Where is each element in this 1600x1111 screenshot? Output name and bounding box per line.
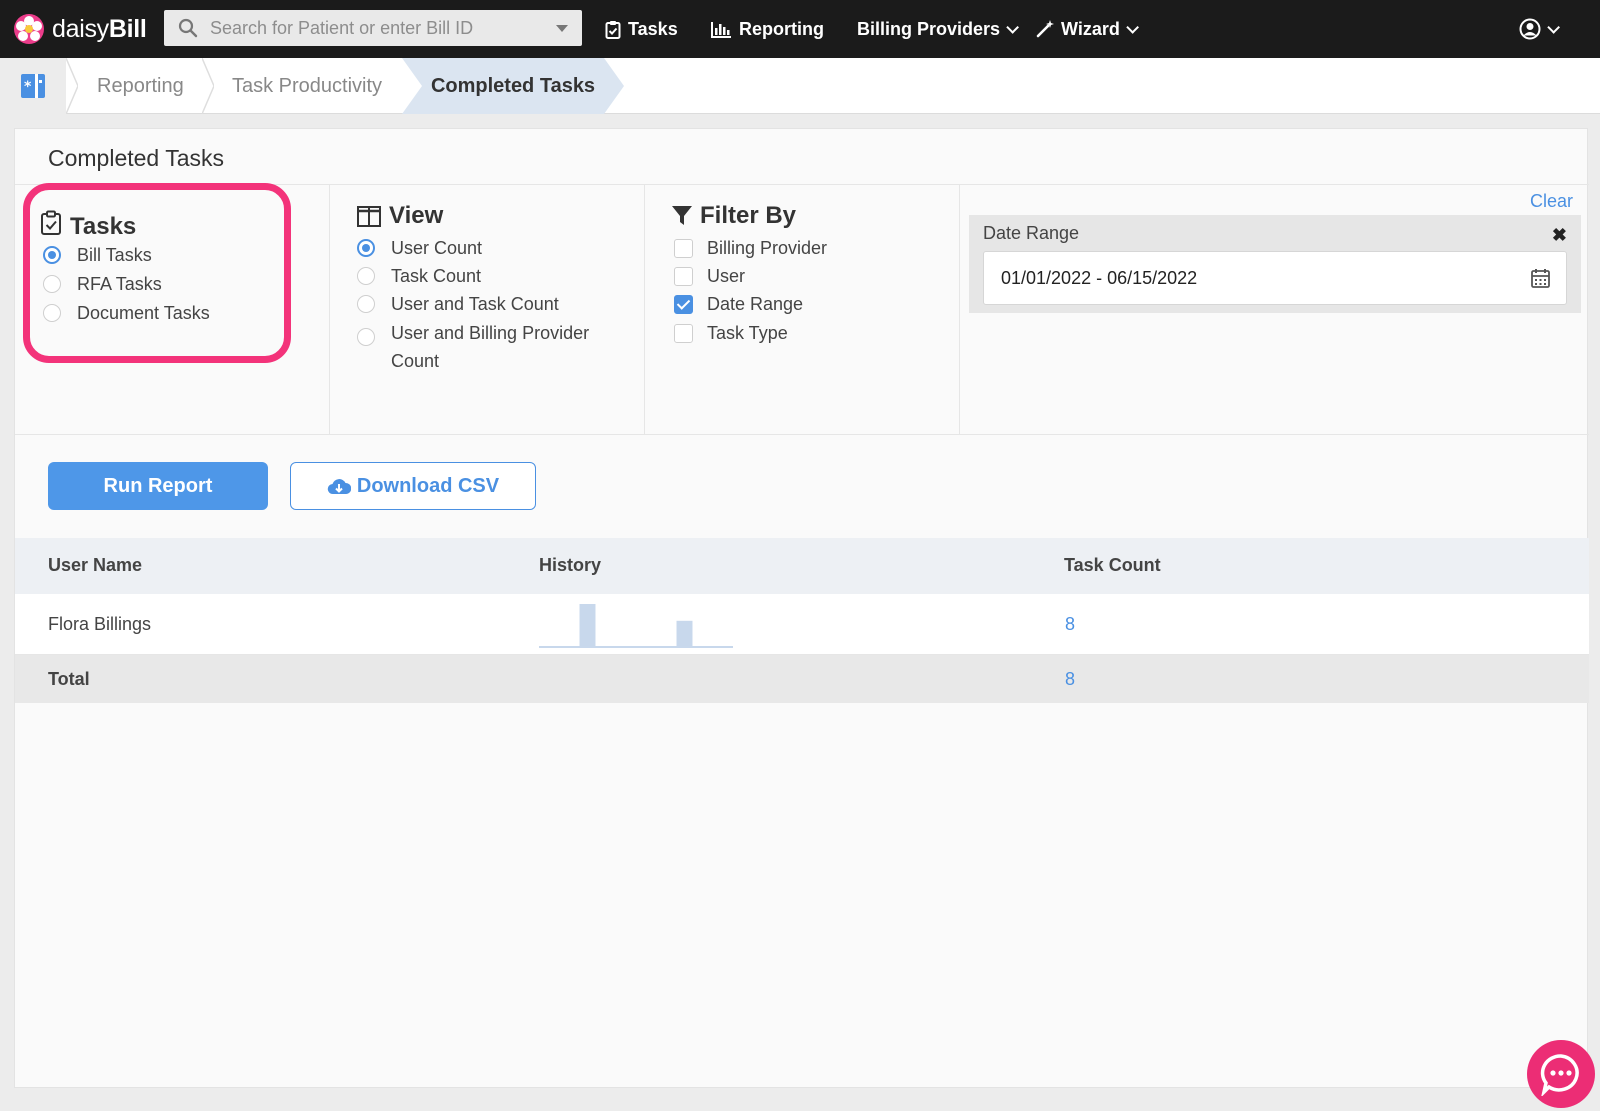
task-count-link[interactable]: 8 [1065, 614, 1075, 635]
breadcrumb-completed-tasks: Completed Tasks [402, 58, 624, 114]
cloud-download-icon [327, 479, 351, 495]
svg-text:*: * [24, 79, 32, 95]
breadcrumb-separator [66, 58, 78, 114]
chevron-down-icon [1547, 20, 1560, 34]
user-avatar-icon [1519, 18, 1541, 40]
daisybill-logo[interactable]: daisyBill [14, 0, 147, 58]
breadcrumb-task-productivity[interactable]: Task Productivity [232, 58, 382, 114]
search-input[interactable] [210, 17, 550, 39]
logo-text: daisyBill [52, 14, 147, 43]
nav-wizard-label: Wizard [1061, 18, 1120, 39]
checkbox[interactable] [674, 324, 693, 343]
bar-chart-icon [711, 21, 731, 38]
radio-button[interactable] [357, 328, 375, 346]
radio-task-count[interactable]: Task Count [357, 266, 481, 287]
run-report-button[interactable]: Run Report [48, 462, 268, 510]
user-name-cell: Flora Billings [48, 614, 152, 634]
checkbox[interactable] [674, 295, 693, 314]
radio-user-and-billing-provider-count[interactable]: User and Billing Provider Count [357, 323, 617, 375]
history-sparkline [539, 604, 733, 648]
checkbox[interactable] [674, 267, 693, 286]
radio-bill-tasks[interactable]: Bill Tasks [43, 245, 152, 266]
dashboard-icon: * [21, 74, 45, 98]
search-icon [178, 18, 198, 38]
checkbox-user[interactable]: User [674, 266, 745, 287]
tasks-group-title: Tasks [40, 205, 136, 241]
calendar-icon[interactable] [1531, 268, 1550, 288]
radio-button[interactable] [357, 295, 375, 313]
chat-bubble-icon [1540, 1054, 1579, 1096]
radio-button[interactable] [357, 239, 375, 257]
nav-tasks[interactable]: Tasks [605, 0, 678, 58]
daisy-flower-icon [14, 14, 44, 44]
breadcrumb-home[interactable]: * [0, 58, 66, 114]
radio-rfa-tasks[interactable]: RFA Tasks [43, 274, 162, 295]
nav-reporting[interactable]: Reporting [711, 0, 824, 58]
magic-wand-icon [1036, 20, 1054, 38]
chat-button[interactable] [1527, 1040, 1595, 1108]
date-range-value: 01/01/2022 - 06/15/2022 [1001, 267, 1198, 288]
radio-button[interactable] [43, 304, 61, 322]
close-icon[interactable]: ✖ [1552, 225, 1567, 246]
nav-reporting-label: Reporting [739, 18, 824, 39]
header-task-count[interactable]: Task Count [1064, 555, 1161, 576]
total-count-link[interactable]: 8 [1065, 669, 1075, 690]
total-label: Total [48, 669, 90, 689]
columns-icon [357, 205, 381, 227]
clipboard-check-icon [41, 210, 61, 235]
user-menu[interactable] [1519, 0, 1560, 58]
radio-document-tasks[interactable]: Document Tasks [43, 303, 210, 324]
date-range-input[interactable]: 01/01/2022 - 06/15/2022 [983, 251, 1567, 305]
breadcrumb-separator [202, 58, 214, 114]
completed-tasks-panel: Completed Tasks Tasks Bill Tasks RFA Tas… [14, 128, 1589, 1088]
download-csv-button[interactable]: Download CSV [290, 462, 536, 510]
date-range-label: Date Range [983, 223, 1080, 243]
patient-search[interactable] [164, 10, 582, 46]
search-dropdown-icon[interactable] [556, 25, 568, 32]
checkbox-billing-provider[interactable]: Billing Provider [674, 238, 827, 259]
filter-icon [672, 206, 692, 225]
radio-button[interactable] [43, 275, 61, 293]
breadcrumb: * Reporting Task Productivity Completed … [0, 58, 1600, 114]
view-group-title: View [357, 202, 443, 230]
nav-tasks-label: Tasks [628, 18, 678, 39]
radio-user-and-task-count[interactable]: User and Task Count [357, 294, 559, 315]
checkbox-task-type[interactable]: Task Type [674, 323, 788, 344]
top-nav: daisyBill Tasks Reporting Billing Provid… [0, 0, 1600, 58]
breadcrumb-reporting[interactable]: Reporting [97, 58, 184, 114]
radio-button[interactable] [357, 267, 375, 285]
clipboard-icon [605, 20, 621, 39]
history-bar [579, 604, 596, 646]
nav-billing-providers-label: Billing Providers [857, 18, 1001, 39]
date-range-filter: Date Range ✖ 01/01/2022 - 06/15/2022 [969, 215, 1581, 313]
chevron-down-icon [1006, 20, 1020, 34]
table-row: Flora Billings 8 [15, 594, 1589, 655]
chevron-down-icon [1126, 20, 1139, 34]
page-title: Completed Tasks [48, 145, 224, 171]
table-total-row: Total 8 [15, 655, 1589, 703]
radio-button[interactable] [43, 246, 61, 264]
header-history: History [539, 555, 602, 575]
history-bar [676, 620, 693, 646]
table-header: User Name History Task Count [15, 538, 1589, 594]
clear-filters-link[interactable]: Clear [1530, 191, 1573, 212]
checkbox[interactable] [674, 239, 693, 258]
nav-wizard[interactable]: Wizard [1036, 0, 1139, 58]
checkbox-date-range[interactable]: Date Range [674, 294, 803, 315]
header-user-name[interactable]: User Name [48, 555, 142, 576]
nav-billing-providers[interactable]: Billing Providers [857, 0, 1020, 58]
radio-user-count[interactable]: User Count [357, 238, 482, 259]
filter-group-title: Filter By [672, 202, 796, 230]
